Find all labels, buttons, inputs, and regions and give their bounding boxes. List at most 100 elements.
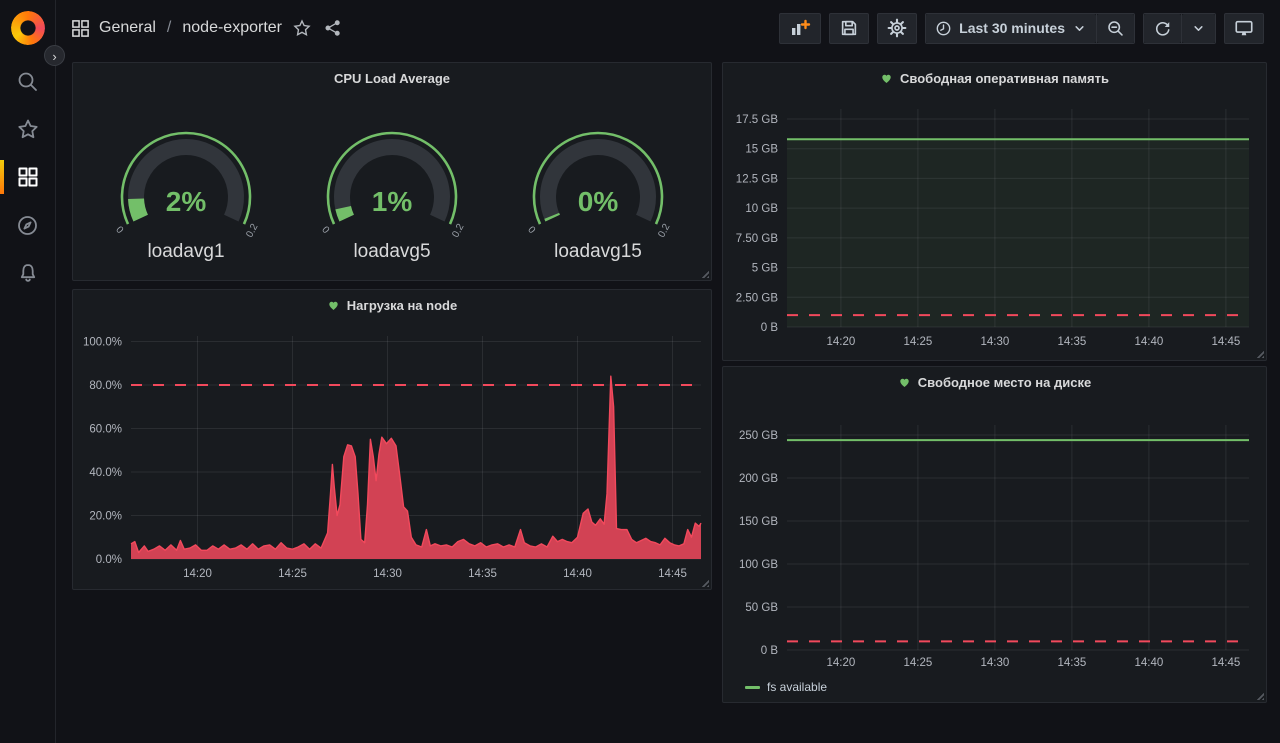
breadcrumb-page[interactable]: node-exporter [182,19,282,37]
sidebar-nav [0,57,55,297]
gauge-max-label: 0.2 [450,222,466,240]
x-axis-tick: 14:45 [1212,657,1241,669]
cycle-view-mode-button[interactable] [1224,13,1264,44]
gauge-max-label: 0.2 [244,222,260,240]
ram-chart-canvas[interactable]: 14:2014:2514:3014:3514:4014:450 B2.50 GB… [723,93,1266,360]
y-axis-tick: 100 GB [739,559,778,571]
panel-title-cpu[interactable]: CPU Load Average [73,63,711,93]
x-axis-tick: 14:45 [658,568,687,580]
gauge-value: 1% [372,186,413,217]
y-axis-tick: 20.0% [89,510,122,522]
y-axis-tick: 0 B [761,645,779,657]
panel-free-ram: Свободная оперативная память 14:2014:251… [722,62,1267,361]
refresh-group [1143,13,1216,44]
share-button[interactable] [322,17,344,39]
legend-fs-available[interactable]: fs available [745,680,827,694]
gauge-title: loadavg15 [554,241,642,263]
dashboard-grid: CPU Load Average 00.22%loadavg100.21%loa… [55,56,1280,743]
panel-resize-handle[interactable] [701,579,709,587]
x-axis-tick: 14:20 [827,336,856,348]
gauge-title: loadavg5 [353,241,430,263]
star-icon [17,118,39,140]
x-axis-tick: 14:35 [468,568,497,580]
y-axis-tick: 7.50 GB [736,233,779,245]
x-axis-tick: 14:20 [827,657,856,669]
topbar: General / node-exporter Last 30 minutes [55,0,1280,56]
x-axis-tick: 14:25 [278,568,307,580]
disk-chart-canvas[interactable]: 14:2014:2514:3014:3514:4014:450 B50 GB10… [723,397,1266,702]
search-icon [16,70,39,93]
legend-swatch-icon [745,686,760,689]
x-axis-tick: 14:40 [563,568,592,580]
refresh-interval-dropdown[interactable] [1182,14,1215,43]
sidebar-item-search[interactable] [0,57,55,105]
panel-title-text: Свободная оперативная память [900,71,1109,86]
panel-resize-handle[interactable] [701,270,709,278]
dashboard-grid-icon [71,19,90,38]
time-controls-group: Last 30 minutes [925,13,1135,44]
panel-resize-handle[interactable] [1256,350,1264,358]
panel-free-disk: Свободное место на диске 14:20 14:25 14:30… [722,366,1267,703]
gauge-value: 0% [578,186,619,217]
y-axis-tick: 17.5 GB [736,114,779,126]
sidebar-item-starred[interactable] [0,105,55,153]
y-axis-tick: 12.5 GB [736,173,779,185]
breadcrumb: General / node-exporter [71,17,344,39]
clock-icon [935,20,952,37]
y-axis-tick: 10 GB [745,203,778,215]
sidebar-item-explore[interactable] [0,201,55,249]
bell-icon [17,262,39,284]
y-axis-tick: 60.0% [89,423,122,435]
favorite-star-button[interactable] [291,17,313,39]
x-axis-tick: 14:40 [1135,657,1164,669]
panel-title-text: Свободное место на диске [918,375,1091,390]
y-axis-tick: 80.0% [89,380,122,392]
x-axis-tick: 14:30 [981,657,1010,669]
panel-title-text: Нагрузка на node [347,298,457,313]
topbar-actions: Last 30 minutes [779,13,1264,44]
gauge-max-label: 0.2 [656,222,672,240]
time-picker-button[interactable]: Last 30 minutes [926,14,1096,43]
sidebar-item-dashboards[interactable] [0,153,55,201]
refresh-button[interactable] [1144,14,1181,43]
panel-node-load: Нагрузка на node 14:2014:2514:3014:3514:… [72,289,712,590]
save-dashboard-button[interactable] [829,13,869,44]
sidebar [0,0,56,743]
gauge-min-label: 0 [319,225,331,237]
breadcrumb-section[interactable]: General [99,19,156,37]
gauge-loadavg1: 00.22%loadavg1 [86,107,286,263]
compass-icon [16,214,39,237]
chevron-down-icon [1072,21,1087,36]
dashboard-settings-button[interactable] [877,13,917,44]
y-axis-tick: 50 GB [745,602,778,614]
panel-title-load[interactable]: Нагрузка на node [73,290,711,320]
panel-title-text: CPU Load Average [334,71,450,86]
series-area [787,139,1249,327]
panel-resize-handle[interactable] [1256,692,1264,700]
dashboards-grid-icon [17,166,39,188]
x-axis-tick: 14:40 [1135,336,1164,348]
y-axis-tick: 0.0% [96,554,122,566]
legend-label: fs available [767,680,827,694]
add-panel-button[interactable] [779,13,821,44]
grafana-logo-icon[interactable] [5,5,50,50]
x-axis-tick: 14:35 [1058,336,1087,348]
panel-title-disk[interactable]: Свободное место на диске [723,367,1266,397]
sidebar-expand-button[interactable]: › [44,45,65,66]
gauge-min-label: 0 [525,225,537,237]
zoom-out-time-button[interactable] [1097,14,1134,43]
panel-title-ram[interactable]: Свободная оперативная память [723,63,1266,93]
health-heart-icon [898,376,911,388]
y-axis-tick: 15 GB [745,144,778,156]
y-axis-tick: 150 GB [739,516,778,528]
y-axis-tick: 2.50 GB [736,292,779,304]
y-axis-tick: 250 GB [739,430,778,442]
gauge-min-label: 0 [113,225,125,237]
gauge-arc: 0 0.2 1% [306,107,478,241]
x-axis-tick: 14:25 [904,657,933,669]
y-axis-tick: 200 GB [739,473,778,485]
load-chart-canvas[interactable]: 14:2014:2514:3014:3514:4014:450.0%20.0%4… [73,320,711,588]
sidebar-item-alerting[interactable] [0,249,55,297]
gauges-row: 00.22%loadavg100.21%loadavg500.20%loadav… [73,93,711,263]
y-axis-tick: 100.0% [83,336,122,348]
